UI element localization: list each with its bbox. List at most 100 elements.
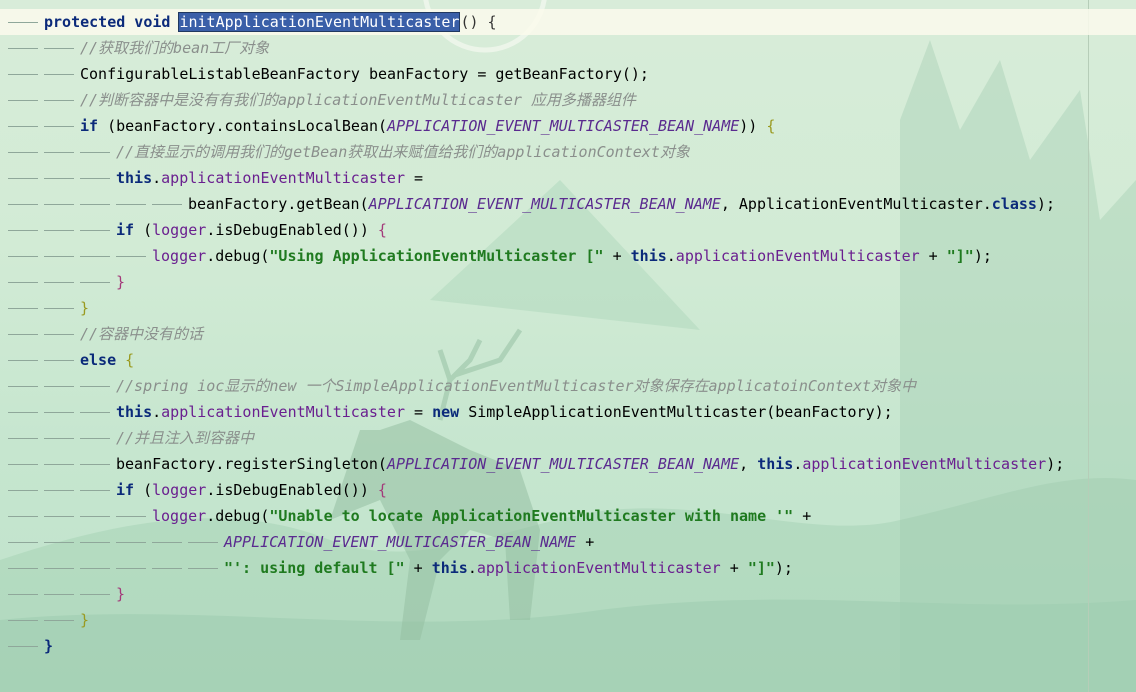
indent-guide [44,256,74,257]
indent-guide [8,22,38,23]
code-token: "Using ApplicationEventMulticaster [" [269,247,604,265]
code-line[interactable]: APPLICATION_EVENT_MULTICASTER_BEAN_NAME … [0,529,1136,555]
code-token: APPLICATION_EVENT_MULTICASTER_BEAN_NAME [386,455,740,473]
code-token: { [125,351,135,369]
code-line[interactable]: beanFactory.getBean(APPLICATION_EVENT_MU… [0,191,1136,217]
indent-guide [44,386,74,387]
code-line[interactable]: } [0,581,1136,607]
indent-guide [44,542,74,543]
code-token: this [116,169,153,187]
indent-guide [8,594,38,595]
code-token: { [766,117,776,135]
code-line[interactable]: if (logger.isDebugEnabled()) { [0,217,1136,243]
code-token: APPLICATION_EVENT_MULTICASTER_BEAN_NAME [368,195,721,213]
indent-guide [8,568,38,569]
code-token: protected void [44,13,180,31]
code-line[interactable]: if (beanFactory.containsLocalBean(APPLIC… [0,113,1136,139]
indent-guide [116,516,146,517]
indent-guide [8,308,38,309]
code-editor[interactable]: protected void initApplicationEventMulti… [0,0,1136,692]
code-line-content: protected void initApplicationEventMulti… [44,9,497,35]
code-token: } [116,585,126,603]
code-token: } [80,299,90,317]
code-token: if [116,481,144,499]
code-token: + [404,559,432,577]
code-line[interactable]: //并且注入到容器中 [0,425,1136,451]
code-line[interactable]: logger.debug("Unable to locate Applicati… [0,503,1136,529]
indent-guide [80,594,110,595]
code-line[interactable]: //判断容器中是没有有我们的applicationEventMulticaste… [0,87,1136,113]
code-token: { [377,221,387,239]
code-line-content: beanFactory.getBean(APPLICATION_EVENT_MU… [188,191,1055,217]
indent-guide [44,516,74,517]
indent-guide [116,256,146,257]
code-token: , [739,455,758,473]
code-token: applicationEventMulticaster [802,455,1047,473]
code-token: this [116,403,153,421]
indent-guide [80,256,110,257]
indent-guide [44,152,74,153]
code-line[interactable]: protected void initApplicationEventMulti… [0,9,1136,35]
code-line-content: beanFactory.registerSingleton(APPLICATIO… [116,451,1064,477]
code-token: //判断容器中是没有有我们的applicationEventMulticaste… [80,91,636,109]
indent-guide [8,152,38,153]
code-token: applicationEventMulticaster [161,403,405,421]
code-line-content: //spring ioc显示的new 一个SimpleApplicationEv… [116,373,916,399]
code-area[interactable]: protected void initApplicationEventMulti… [0,9,1136,659]
selected-method-name: initApplicationEventMulticaster [178,12,461,32]
code-token: beanFactory.registerSingleton( [116,455,387,473]
indent-guide [44,282,74,283]
code-token: + [793,507,812,525]
indent-guide [8,620,38,621]
code-line[interactable]: logger.debug("Using ApplicationEventMult… [0,243,1136,269]
indent-guide [80,464,110,465]
indent-guide [8,126,38,127]
code-token: if [116,221,144,239]
indent-guide [80,282,110,283]
code-line[interactable]: } [0,633,1136,659]
indent-guide [8,256,38,257]
code-line[interactable]: } [0,269,1136,295]
code-line-content: //判断容器中是没有有我们的applicationEventMulticaste… [80,87,636,113]
code-line-content: } [116,581,125,607]
indent-guide [8,74,38,75]
indent-guide [44,48,74,49]
code-line[interactable]: //容器中没有的话 [0,321,1136,347]
code-token: = [405,403,433,421]
indent-guide [44,490,74,491]
code-token: this [431,559,468,577]
code-line-content: if (logger.isDebugEnabled()) { [116,477,387,503]
code-token: , ApplicationEventMulticaster. [720,195,992,213]
code-line-content: //容器中没有的话 [80,321,203,347]
code-line[interactable]: this.applicationEventMulticaster = new S… [0,399,1136,425]
indent-guide [80,412,110,413]
indent-guide [44,204,74,205]
code-line[interactable]: //spring ioc显示的new 一个SimpleApplicationEv… [0,373,1136,399]
indent-guide [80,230,110,231]
code-line[interactable]: //获取我们的bean工厂对象 [0,35,1136,61]
indent-guide [80,204,110,205]
code-token: //获取我们的bean工厂对象 [80,39,270,57]
code-token: . [666,247,676,265]
code-line[interactable]: //直接显示的调用我们的getBean获取出来赋值给我们的application… [0,139,1136,165]
code-token: + [919,247,947,265]
code-token: this [757,455,794,473]
code-line-content: this.applicationEventMulticaster = new S… [116,399,893,425]
code-line[interactable]: ConfigurableListableBeanFactory beanFact… [0,61,1136,87]
indent-guide [80,516,110,517]
code-token: ); [774,559,793,577]
code-line[interactable]: } [0,607,1136,633]
indent-guide [44,620,74,621]
indent-guide [44,74,74,75]
code-token: //容器中没有的话 [80,325,204,343]
code-line[interactable]: else { [0,347,1136,373]
code-line[interactable]: if (logger.isDebugEnabled()) { [0,477,1136,503]
code-line-content: this.applicationEventMulticaster = [116,165,423,191]
code-line[interactable]: this.applicationEventMulticaster = [0,165,1136,191]
code-line-content: } [44,633,53,659]
code-line[interactable]: beanFactory.registerSingleton(APPLICATIO… [0,451,1136,477]
code-token: ); [1036,195,1055,213]
indent-guide [80,386,110,387]
code-line[interactable]: } [0,295,1136,321]
code-line[interactable]: "': using default [" + this.applicationE… [0,555,1136,581]
